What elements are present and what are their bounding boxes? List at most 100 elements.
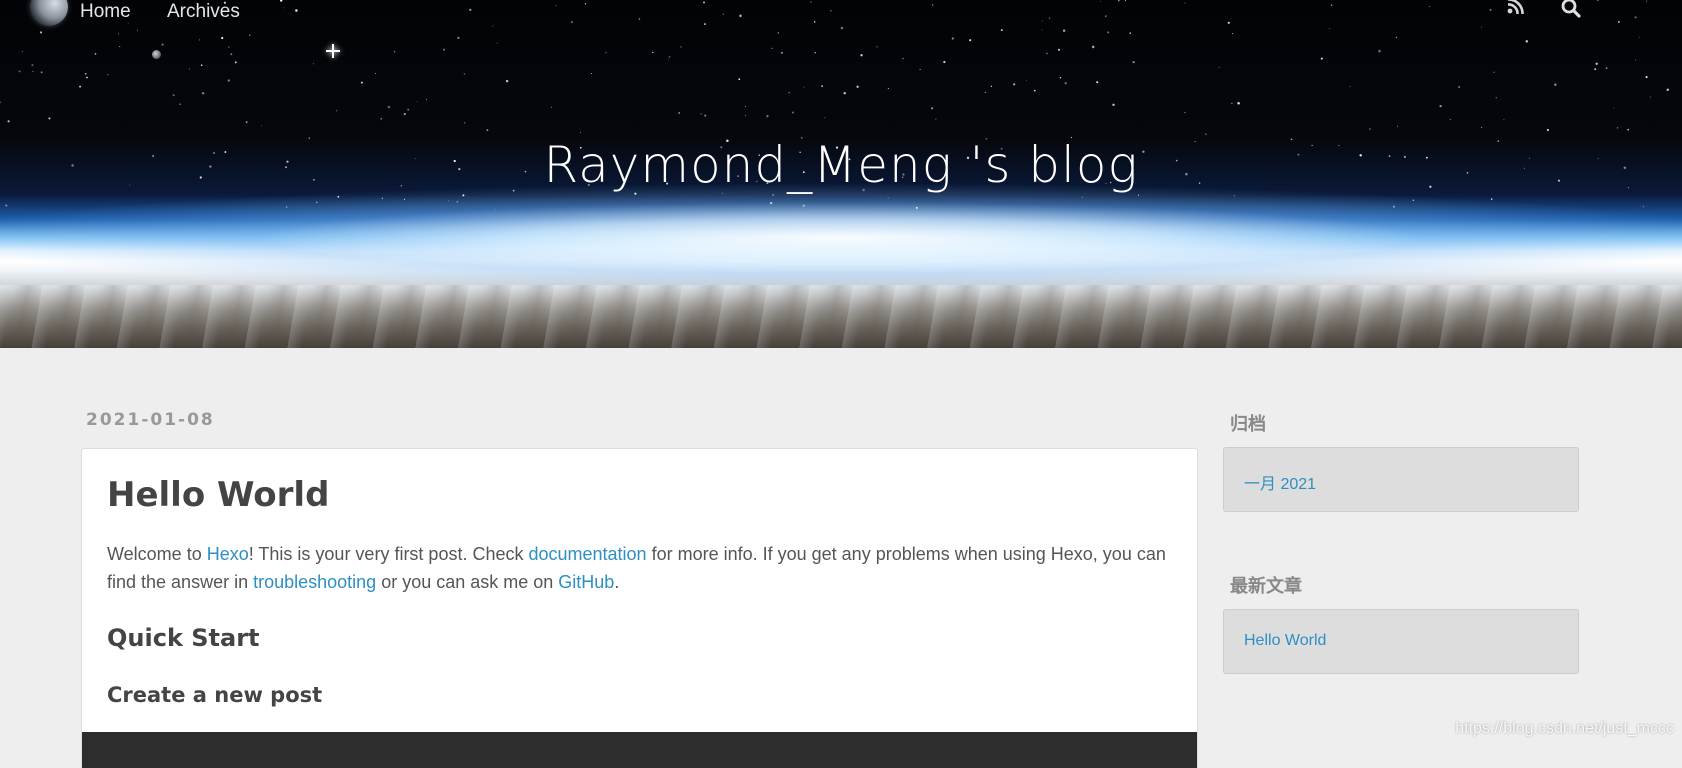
quick-start-heading: Quick Start [107,624,260,652]
star-dot [198,39,201,41]
star-dot [118,33,120,35]
star-dot [285,206,288,208]
star-dot [1112,103,1115,107]
star-dot [48,117,51,120]
archive-month-link[interactable]: 一月 2021 [1244,470,1316,494]
star-dot [1232,33,1234,35]
documentation-link[interactable]: documentation [528,544,646,564]
star-dot [227,79,230,82]
star-dot [1525,40,1529,43]
star-dot [824,117,826,119]
star-dot [1096,81,1099,84]
star-dot [935,118,937,120]
star-dot [380,117,383,120]
post-date: 2021-01-08 [86,410,215,430]
nav-home-link[interactable]: Home [80,0,131,24]
star-dot [1033,89,1036,92]
star-dot [260,125,262,127]
star-dot [1554,83,1557,86]
star-dot [969,39,972,42]
star-dot [79,85,82,88]
star-dot [605,51,607,54]
star-dot [766,114,769,118]
star-dot [1107,31,1110,34]
star-dot [1642,205,1645,208]
star-dot [550,106,552,108]
article-title[interactable]: Hello World [107,473,329,517]
star-dot [393,50,396,53]
star-dot [227,46,230,48]
star-dot [887,87,889,90]
star-dot [745,105,746,107]
star-dot [860,54,863,57]
intro-text: Welcome to [107,544,207,564]
nav-archives-link[interactable]: Archives [167,0,240,24]
hexo-link[interactable]: Hexo [207,544,249,564]
star-dot [1594,68,1597,71]
star-dot [245,121,248,123]
star-dot [84,73,87,75]
star-dot [1495,96,1498,99]
star-dot [1439,104,1442,108]
star-dot [591,73,593,74]
star-dot [7,120,10,123]
recent-post-link[interactable]: Hello World [1244,632,1326,650]
star-dot [360,81,363,84]
archive-widget-title: 归档 [1230,414,1266,435]
star-dot [416,100,418,102]
star-dot [990,85,993,87]
star-dot [39,31,43,34]
star-dot [161,43,164,46]
star-dot [1449,118,1452,121]
star-dot [403,113,406,116]
star-dot [668,55,671,58]
code-block [82,732,1197,768]
troubleshooting-link[interactable]: troubleshooting [253,572,376,592]
star-dot [814,51,817,54]
star-dot [1025,80,1027,82]
star-dot [771,47,773,49]
star-dot [1091,45,1095,49]
star-dot [221,36,224,40]
star-dot [374,72,377,75]
star-dot [107,74,109,76]
intro-text: . [614,572,620,592]
star-dot [1395,36,1398,39]
small-planet-decoration [152,50,161,59]
star-dot [1184,112,1186,114]
star-dot [802,204,806,207]
rss-icon[interactable] [1505,0,1527,20]
star-dot [1129,32,1132,35]
star-dot [457,36,460,40]
star-dot [316,201,318,203]
star-dot [668,59,670,60]
star-dot [856,85,859,88]
star-dot [1481,127,1483,129]
star-dot [1595,62,1598,65]
star-dot [18,70,21,73]
star-dot [700,113,702,115]
star-dot [40,71,43,74]
star-dot [780,51,784,54]
star-dot [1503,118,1505,120]
star-dot [943,60,946,64]
star-dot [464,122,466,124]
search-icon[interactable] [1560,0,1582,20]
star-dot [179,103,181,105]
intro-text: ! This is your very first post. Check [248,544,529,564]
site-title: Raymond_Meng 's blog [543,136,1139,194]
create-post-heading: Create a new post [107,683,323,707]
star-dot [821,85,823,87]
header-banner: Home Archives Raymond_Meng 's blog [0,0,1682,348]
star-dot [1392,205,1395,208]
star-dot [1064,82,1067,85]
star-dot [22,50,24,53]
star-dot [1458,86,1460,88]
star-dot [1613,107,1615,109]
article-intro-paragraph: Welcome to Hexo! This is your very first… [107,540,1177,596]
star-dot [1132,60,1135,64]
star-dot [189,68,190,70]
star-dot [803,86,805,88]
star-dot [234,61,237,64]
github-link[interactable]: GitHub [558,572,614,592]
